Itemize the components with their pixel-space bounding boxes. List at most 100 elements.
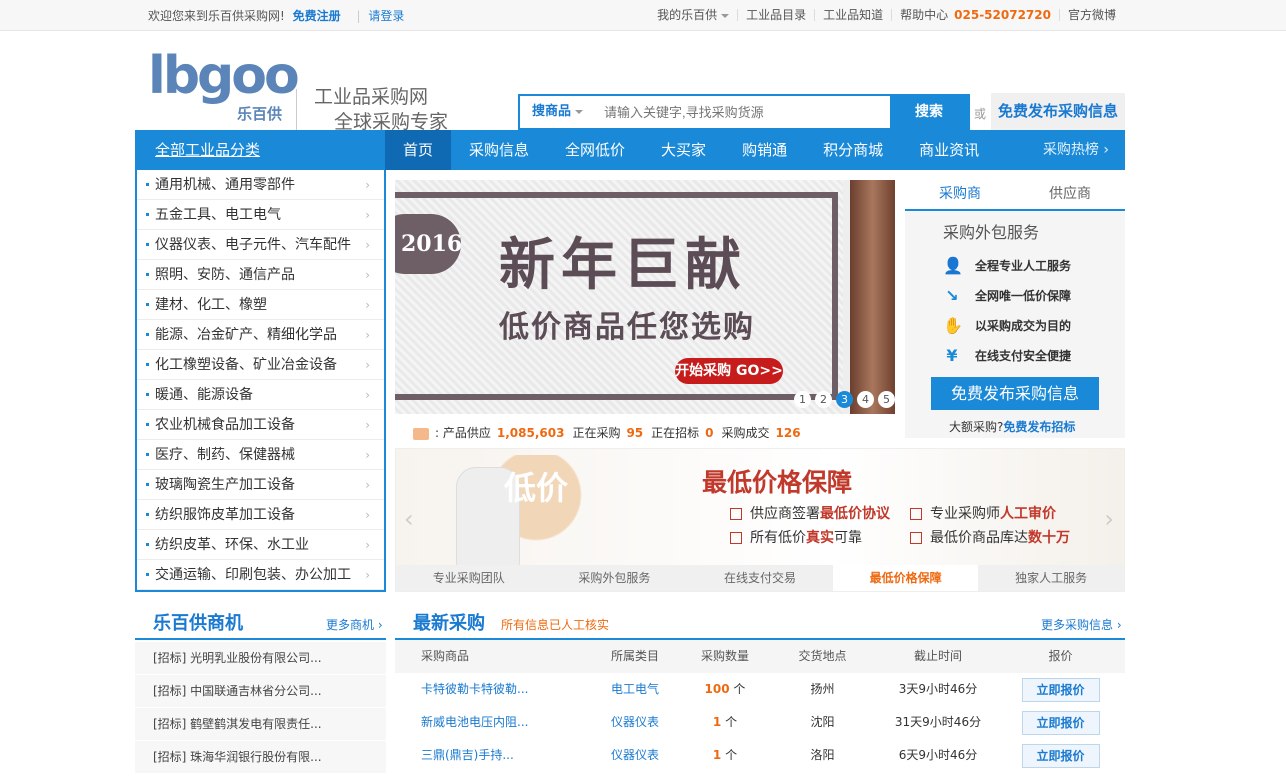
opportunity-item[interactable]: [招标] 中国联通吉林省分公司... xyxy=(135,675,386,708)
carousel-page-dot[interactable]: 1 xyxy=(794,391,811,408)
nav-item[interactable]: 购销通 xyxy=(724,130,805,170)
category-item[interactable]: 仪器仪表、电子元件、汽车配件 › xyxy=(137,230,384,260)
feature-item: ✋ 以采购成交为目的 xyxy=(943,316,1072,335)
or-text: 或 xyxy=(974,107,987,121)
carousel-page-dot[interactable]: 3 xyxy=(836,391,853,408)
category-link[interactable]: 仪器仪表 xyxy=(585,739,685,772)
deadline: 31天9小时46分 xyxy=(894,715,982,729)
price-guarantee-banner: 低价 ‹ › 最低价格保障 供应商签署最低价协议 专业采购师人工审价 所有低价真… xyxy=(395,448,1125,592)
category-item[interactable]: 能源、冶金矿产、精细化学品 › xyxy=(137,320,384,350)
nav-menu: 首页 采购信息 全网低价 大买家 购销通 积分商城 商业资讯 xyxy=(385,130,997,170)
weibo-link[interactable]: 官方微博 xyxy=(1058,9,1124,21)
opportunity-item[interactable]: [招标] 鹤壁鹤淇发电有限责任... xyxy=(135,708,386,741)
quote-button[interactable]: 立即报价 xyxy=(1021,678,1100,702)
chevron-right-icon: › xyxy=(365,388,370,402)
chevron-right-icon[interactable]: › xyxy=(1104,505,1114,533)
promo-tab[interactable]: 专业采购团队 xyxy=(396,565,542,591)
promo-tab[interactable]: 独家人工服务 xyxy=(978,565,1124,591)
my-account-menu[interactable]: 我的乐百供 xyxy=(649,9,737,21)
deadline: 3天9小时46分 xyxy=(898,682,978,696)
table-row: 卡特彼勒卡特彼勒... 电工电气 100 个 扬州 3天9小时46分 立即报价 xyxy=(395,673,1125,706)
opportunity-item[interactable]: [招标] 珠海华润银行股份有限... xyxy=(135,741,386,774)
arrow-down-icon: ↘ xyxy=(945,286,959,305)
hot-list-link[interactable]: 采购热榜 › xyxy=(1043,130,1125,170)
opportunity-list: [招标] 光明乳业股份有限公司... [招标] 中国联通吉林省分公司... [招标]… xyxy=(135,642,386,774)
nav-item[interactable]: 首页 xyxy=(385,130,452,170)
person-icon: 👤 xyxy=(943,256,963,275)
chevron-left-icon[interactable]: ‹ xyxy=(404,505,414,533)
category-item[interactable]: 化工橡塑设备、矿业冶金设备 › xyxy=(137,350,384,380)
table-header: 采购商品 所属类目 采购数量 交货地点 截止时间 报价 xyxy=(395,640,1125,673)
category-item[interactable]: 五金工具、电工电气 › xyxy=(137,200,384,230)
chevron-right-icon: › xyxy=(365,538,370,552)
main-nav: 全部工业品分类 首页 采购信息 全网低价 大买家 购销通 积分商城 商业资讯 采购热榜 › xyxy=(135,130,1125,170)
promo-tab[interactable]: 最低价格保障 xyxy=(832,565,979,591)
chevron-right-icon: › xyxy=(365,268,370,282)
knowledge-link[interactable]: 工业品知道 xyxy=(814,9,891,21)
carousel-page-dot[interactable]: 2 xyxy=(815,391,832,408)
nav-item[interactable]: 采购信息 xyxy=(451,130,547,170)
handshake-icon: ✋ xyxy=(943,316,963,335)
carousel-page-dot[interactable]: 4 xyxy=(857,391,874,408)
product-link[interactable]: 三鼎(鼎吉)手持... xyxy=(395,739,585,772)
publish-purchase-button[interactable]: 免费发布采购信息 xyxy=(991,93,1125,130)
category-item[interactable]: 交通运输、印刷包装、办公加工 › xyxy=(137,560,384,590)
catalog-link[interactable]: 工业品目录 xyxy=(737,9,814,21)
quantity: 1 个 xyxy=(712,715,738,729)
tab-supplier[interactable]: 供应商 xyxy=(1015,180,1125,209)
tab-buyer[interactable]: 采购商 xyxy=(905,180,1015,209)
delivery-place: 沈阳 xyxy=(810,715,835,729)
nav-item[interactable]: 全网低价 xyxy=(547,130,643,170)
latest-purchases-title: 最新采购 xyxy=(413,613,485,634)
carousel-page-dot[interactable]: 5 xyxy=(878,391,895,408)
category-link[interactable]: 仪器仪表 xyxy=(585,706,685,739)
promo-tab[interactable]: 采购外包服务 xyxy=(542,565,688,591)
promo-banner[interactable]: 2016 新年巨献 低价商品任您选购 开始采购 GO>> xyxy=(395,180,895,414)
category-item[interactable]: 照明、安防、通信产品 › xyxy=(137,260,384,290)
category-item[interactable]: 农业机械食品加工设备 › xyxy=(137,410,384,440)
all-categories-link[interactable]: 全部工业品分类 xyxy=(135,130,385,170)
more-opportunities-link[interactable]: 更多商机 › xyxy=(326,616,383,633)
nav-item[interactable]: 商业资讯 xyxy=(901,130,997,170)
register-link[interactable]: 免费注册 xyxy=(293,9,341,23)
search-input[interactable] xyxy=(600,96,890,128)
product-link[interactable]: 卡特彼勒卡特彼勒... xyxy=(395,673,585,706)
category-item[interactable]: 医疗、制药、保健器械 › xyxy=(137,440,384,470)
chevron-right-icon: › xyxy=(365,508,370,522)
category-item[interactable]: 建材、化工、橡塑 › xyxy=(137,290,384,320)
help-center[interactable]: 帮助中心 025-52072720 xyxy=(891,9,1059,21)
checkbox-icon xyxy=(730,508,742,520)
chevron-right-icon: › xyxy=(365,208,370,222)
publish-purchase-button-panel[interactable]: 免费发布采购信息 xyxy=(931,377,1099,410)
more-purchases-link[interactable]: 更多采购信息 › xyxy=(1041,616,1122,633)
quote-button[interactable]: 立即报价 xyxy=(1021,711,1100,735)
purchase-table: 采购商品 所属类目 采购数量 交货地点 截止时间 报价 卡特彼勒卡特彼勒... 电… xyxy=(395,640,1125,772)
product-link[interactable]: 新威电池电压内阻... xyxy=(395,706,585,739)
category-item[interactable]: 玻璃陶瓷生产加工设备 › xyxy=(137,470,384,500)
delivery-place: 洛阳 xyxy=(810,748,835,762)
top-bar: 欢迎您来到乐百供采购网! 免费注册 | 请登录 我的乐百供 工业品目录 工业品知… xyxy=(0,0,1286,31)
search-button[interactable]: 搜索 xyxy=(890,96,968,128)
category-item[interactable]: 暖通、能源设备 › xyxy=(137,380,384,410)
site-stats: : 产品供应 1,085,603 正在采购 95 正在招标 0 采购成交 126 xyxy=(413,424,809,441)
site-logo[interactable]: lbgoo 乐百供 xyxy=(148,45,300,125)
category-item[interactable]: 纺织服饰皮革加工设备 › xyxy=(137,500,384,530)
publish-tender-link[interactable]: 免费发布招标 xyxy=(1003,420,1075,434)
promo-point: 专业采购师人工审价 xyxy=(910,503,1056,523)
opportunity-item[interactable]: [招标] 光明乳业股份有限公司... xyxy=(135,642,386,675)
nav-item[interactable]: 积分商城 xyxy=(805,130,901,170)
category-link[interactable]: 电工电气 xyxy=(585,673,685,706)
start-buying-button[interactable]: 开始采购 GO>> xyxy=(675,358,783,384)
quote-button[interactable]: 立即报价 xyxy=(1021,744,1100,768)
checkbox-icon xyxy=(910,532,922,544)
category-item[interactable]: 纺织皮革、环保、水工业 › xyxy=(137,530,384,560)
category-item[interactable]: 通用机械、通用零部件 › xyxy=(137,170,384,200)
login-link[interactable]: 请登录 xyxy=(368,9,404,23)
slogan: 工业品采购网 全球采购专家 xyxy=(314,86,449,133)
nav-item[interactable]: 大买家 xyxy=(643,130,724,170)
search-category-select[interactable]: 搜商品 xyxy=(520,96,600,128)
chevron-down-icon xyxy=(721,13,730,18)
hotline-number: 025-52072720 xyxy=(954,8,1051,22)
promo-tab[interactable]: 在线支付交易 xyxy=(687,565,833,591)
banner-subtitle: 低价商品任您选购 xyxy=(499,310,755,345)
